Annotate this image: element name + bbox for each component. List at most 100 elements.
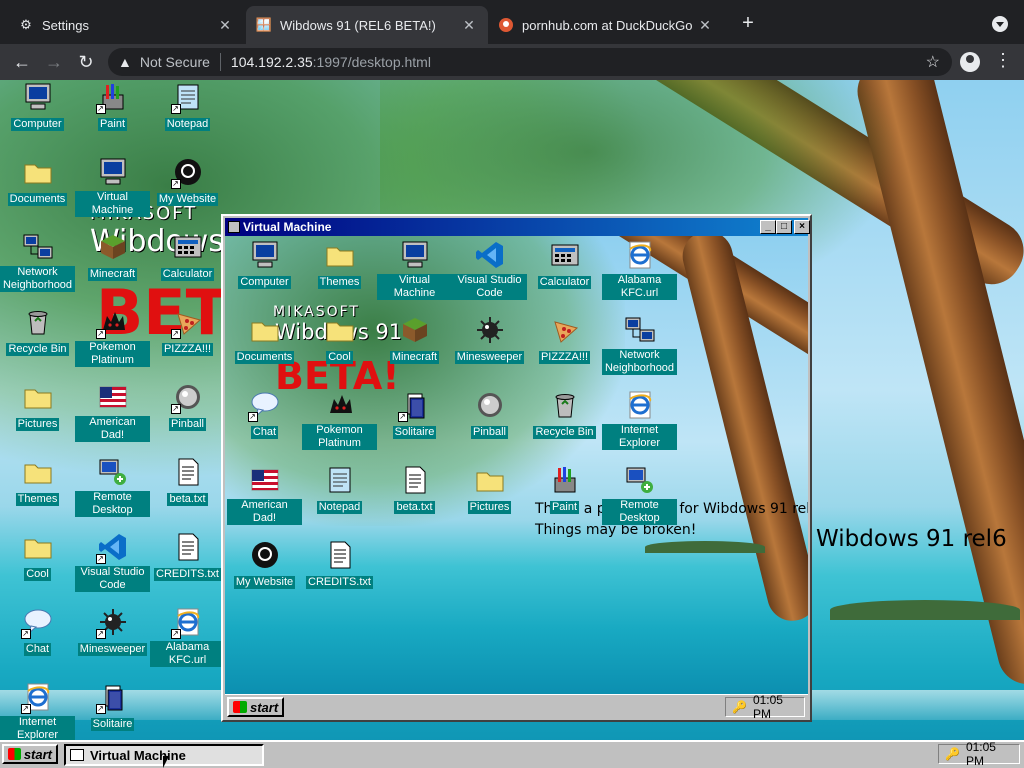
- profile-avatar-icon[interactable]: [960, 52, 980, 72]
- icon-beta-txt[interactable]: beta.txt: [150, 455, 225, 507]
- shortcut-arrow-icon: ↗: [95, 704, 106, 714]
- virtual-machine-window[interactable]: Virtual Machine _ □ × MIKASOFT Wibdows 9…: [221, 214, 812, 722]
- address-bar[interactable]: ▲ Not Secure 104.192.2.35:1997/desktop.h…: [108, 48, 952, 76]
- icon-internet-explorer[interactable]: Internet Explorer: [602, 388, 677, 451]
- icon-computer[interactable]: Computer: [227, 238, 302, 290]
- icon-recycle-bin[interactable]: Recycle Bin: [0, 305, 75, 357]
- icon-network-neighborhood[interactable]: Network Neighborhood: [602, 313, 677, 376]
- icon-documents[interactable]: Documents: [227, 313, 302, 365]
- icon-pictures[interactable]: Pictures: [0, 380, 75, 432]
- start-label: start: [250, 699, 279, 715]
- icon-virtual-machine[interactable]: Virtual Machine: [377, 238, 452, 301]
- icon-paint[interactable]: ↗ Paint: [75, 80, 150, 132]
- icon-pictures[interactable]: Pictures: [452, 463, 527, 515]
- bookmark-star-icon[interactable]: ☆: [926, 52, 940, 72]
- icon-my-website[interactable]: My Website: [227, 538, 302, 590]
- icon-minesweeper[interactable]: ↗ Minesweeper: [75, 605, 150, 657]
- icon-computer[interactable]: Computer: [0, 80, 75, 132]
- icon-notepad[interactable]: ↗ Notepad: [150, 80, 225, 132]
- icon-label: Network Neighborhood: [602, 349, 677, 375]
- icon-remote-desktop[interactable]: Remote Desktop: [75, 455, 150, 518]
- icon-pinball[interactable]: ↗ Pinball: [150, 380, 225, 432]
- tab-wibdows[interactable]: 🪟 Wibdows 91 (REL6 BETA!) ✕: [246, 6, 488, 44]
- browser-menu-icon[interactable]: ⋮: [994, 50, 1012, 71]
- icon-pokemon-platinum[interactable]: Pokemon Platinum: [302, 388, 377, 451]
- icon-notepad[interactable]: Notepad: [302, 463, 377, 515]
- vscode-icon: ↗: [95, 530, 130, 564]
- start-button[interactable]: start: [2, 744, 58, 764]
- icon-label: beta.txt: [167, 493, 208, 506]
- clock[interactable]: 01:05 PM: [966, 740, 1013, 768]
- icon-remote-desktop[interactable]: Remote Desktop: [602, 463, 677, 526]
- icon-network-neighborhood[interactable]: Network Neighborhood: [0, 230, 75, 293]
- icon-themes[interactable]: Themes: [0, 455, 75, 507]
- gear-icon: ⚙: [20, 17, 32, 32]
- icon-label: Minecraft: [87, 268, 138, 281]
- icon-solitaire[interactable]: ↗ Solitaire: [75, 680, 150, 732]
- icon-label: Pinball: [168, 418, 207, 431]
- icon-cool[interactable]: Cool: [0, 530, 75, 582]
- tab-settings[interactable]: ⚙ Settings ✕: [8, 6, 244, 44]
- icon-calculator[interactable]: Calculator: [150, 230, 225, 282]
- icon-american-dad[interactable]: American Dad!: [227, 463, 302, 526]
- back-button[interactable]: ←: [10, 50, 34, 74]
- icon-solitaire[interactable]: ↗ Solitaire: [377, 388, 452, 440]
- security-label[interactable]: Not Secure: [140, 54, 210, 70]
- icon-credits-txt[interactable]: CREDITS.txt: [302, 538, 377, 590]
- icon-label: Calculator: [537, 276, 592, 289]
- icon-american-dad[interactable]: American Dad!: [75, 380, 150, 443]
- duckduckgo-icon: [498, 17, 514, 33]
- shortcut-arrow-icon: ↗: [95, 629, 106, 639]
- icon-internet-explorer[interactable]: ↗ Internet Explorer: [0, 680, 75, 743]
- icon-visual-studio-code[interactable]: ↗ Visual Studio Code: [75, 530, 150, 593]
- icon-pinball[interactable]: Pinball: [452, 388, 527, 440]
- icon-label: Internet Explorer: [0, 716, 75, 742]
- vm-start-button[interactable]: start: [227, 697, 285, 717]
- icon-chat[interactable]: ↗ Chat: [227, 388, 302, 440]
- folder-icon: [473, 463, 507, 497]
- reload-button[interactable]: ↻: [74, 50, 98, 74]
- close-icon[interactable]: ✕: [696, 17, 714, 34]
- icon-minecraft[interactable]: Minecraft: [377, 313, 452, 365]
- close-button[interactable]: ×: [794, 220, 810, 234]
- icon-documents[interactable]: Documents: [0, 155, 75, 207]
- text-file-icon: [323, 538, 357, 572]
- icon-pizzza[interactable]: PIZZZA!!!: [527, 313, 602, 365]
- icon-themes[interactable]: Themes: [302, 238, 377, 290]
- icon-recycle-bin[interactable]: Recycle Bin: [527, 388, 602, 440]
- icon-credits-txt[interactable]: CREDITS.txt: [150, 530, 225, 582]
- tab-duckduckgo[interactable]: pornhub.com at DuckDuckGo ✕: [488, 6, 724, 44]
- close-icon[interactable]: ✕: [460, 17, 478, 34]
- icon-pizzza[interactable]: ↗ PIZZZA!!!: [150, 305, 225, 357]
- vm-clock[interactable]: 01:05 PM: [753, 693, 798, 721]
- icon-minecraft[interactable]: Minecraft: [75, 230, 150, 282]
- icon-beta-txt[interactable]: beta.txt: [377, 463, 452, 515]
- icon-label: Pictures: [467, 501, 512, 514]
- icon-alabama-kfc-url[interactable]: ↗ Alabama KFC.url: [150, 605, 225, 668]
- ie-icon: ↗: [20, 680, 55, 714]
- icon-alabama-kfc-url[interactable]: Alabama KFC.url: [602, 238, 677, 301]
- icon-cool[interactable]: Cool: [302, 313, 377, 365]
- maximize-button[interactable]: □: [776, 220, 792, 234]
- icon-my-website[interactable]: ↗ My Website: [150, 155, 225, 207]
- icon-label: Solitaire: [90, 718, 135, 731]
- solitaire-icon: ↗: [397, 388, 432, 422]
- new-tab-button[interactable]: +: [736, 12, 760, 35]
- window-title-bar[interactable]: Virtual Machine: [225, 218, 808, 236]
- icon-minesweeper[interactable]: Minesweeper: [452, 313, 527, 365]
- icon-label: Network Neighborhood: [0, 266, 75, 292]
- icon-label: Notepad: [316, 501, 363, 514]
- ie-icon: [623, 388, 657, 422]
- icon-pokemon-platinum[interactable]: ↗ Pokemon Platinum: [75, 305, 150, 368]
- icon-calculator[interactable]: Calculator: [527, 238, 602, 290]
- icon-label: Recycle Bin: [6, 343, 69, 356]
- icon-virtual-machine[interactable]: Virtual Machine: [75, 155, 150, 218]
- icon-visual-studio-code[interactable]: Visual Studio Code: [452, 238, 527, 301]
- icon-chat[interactable]: ↗ Chat: [0, 605, 75, 657]
- close-icon[interactable]: ✕: [216, 17, 234, 34]
- forward-button[interactable]: →: [42, 50, 66, 74]
- recycle-bin-icon: [21, 305, 55, 339]
- minimize-button[interactable]: _: [760, 220, 776, 234]
- icon-paint[interactable]: Paint: [527, 463, 602, 515]
- tab-search-button[interactable]: [992, 16, 1008, 32]
